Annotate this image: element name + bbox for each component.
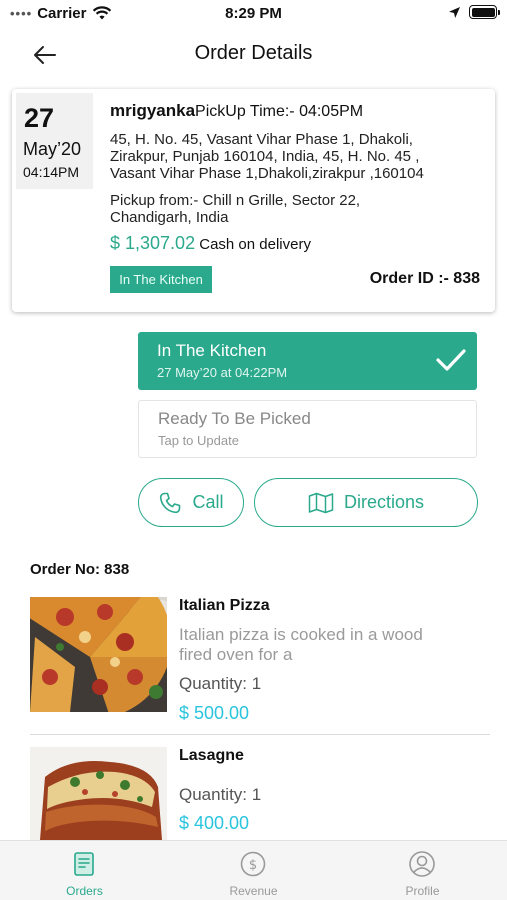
- directions-label: Directions: [343, 492, 425, 512]
- map-icon: [308, 492, 334, 513]
- item-price: $ 400.00: [179, 813, 250, 833]
- step-subtitle: Tap to Update: [158, 433, 239, 448]
- phone-icon: [160, 492, 181, 513]
- customer-name: mrigyanka: [110, 101, 196, 120]
- checkmark-icon: [436, 349, 466, 371]
- status-step-next[interactable]: Ready To Be Picked Tap to Update: [138, 400, 477, 458]
- step-subtitle: 27 May’20 at 04:22PM: [157, 365, 288, 380]
- status-icons: [448, 5, 500, 19]
- customer-line: mrigyankaPickUp Time:- 04:05PM: [110, 101, 363, 121]
- page-title: Order Details: [194, 42, 313, 64]
- address-line: Vasant Vihar Phase 1,Dhakoli,zirakpur ,1…: [110, 165, 424, 182]
- order-date-month: May’20: [23, 139, 82, 159]
- tab-label: Revenue: [229, 884, 278, 898]
- bottom-tab-bar: Orders $ Revenue Profile: [0, 840, 507, 900]
- profile-icon: [409, 851, 435, 877]
- tab-label: Profile: [405, 884, 440, 898]
- payment-method: Cash on delivery: [199, 236, 311, 253]
- orders-icon: [74, 852, 94, 876]
- call-button[interactable]: Call: [138, 478, 244, 527]
- item-price: $ 500.00: [179, 703, 250, 723]
- svg-text:$: $: [249, 858, 257, 873]
- tab-revenue[interactable]: $ Revenue: [169, 841, 338, 900]
- pickup-time: PickUp Time:- 04:05PM: [195, 103, 364, 120]
- status-bar: •••• Carrier 8:29 PM: [0, 0, 507, 28]
- order-date-box: 27 May’20 04:14PM: [16, 93, 93, 189]
- item-description: Italian pizza is cooked in a wood fired …: [179, 625, 479, 665]
- order-summary-card: 27 May’20 04:14PM mrigyankaPickUp Time:-…: [12, 89, 495, 312]
- order-id: Order ID :- 838: [369, 270, 480, 287]
- clock: 8:29 PM: [225, 5, 282, 22]
- tab-profile[interactable]: Profile: [338, 841, 507, 900]
- item-quantity: Quantity: 1: [179, 785, 262, 804]
- item-name: Italian Pizza: [179, 597, 270, 614]
- item-divider: [30, 734, 490, 735]
- lasagne-image: [30, 747, 167, 840]
- status-step-current[interactable]: In The Kitchen 27 May’20 at 04:22PM: [138, 332, 477, 390]
- call-label: Call: [192, 492, 224, 512]
- location-arrow-icon: [449, 6, 460, 18]
- payment-line: $ 1,307.02 Cash on delivery: [110, 233, 311, 254]
- pickup-location: Pickup from:- Chill n Grille, Sector 22,…: [110, 192, 485, 226]
- tab-label: Orders: [66, 884, 103, 898]
- item-quantity: Quantity: 1: [179, 674, 262, 693]
- order-date-time: 04:14PM: [23, 164, 80, 180]
- order-date-day: 27: [24, 103, 55, 133]
- step-title: Ready To Be Picked: [158, 409, 311, 428]
- directions-button[interactable]: Directions: [254, 478, 478, 527]
- status-badge: In The Kitchen: [110, 266, 212, 293]
- order-item: Italian Pizza Italian pizza is cooked in…: [30, 597, 490, 727]
- pickup-line: Pickup from:- Chill n Grille, Sector 22,: [110, 192, 361, 209]
- order-total: $ 1,307.02: [110, 233, 196, 253]
- battery-icon: [469, 5, 500, 19]
- tab-orders[interactable]: Orders: [0, 841, 169, 900]
- item-description-line: fired oven for a: [179, 645, 293, 664]
- order-item: Lasagne Quantity: 1 $ 400.00: [30, 747, 490, 840]
- delivery-address: 45, H. No. 45, Vasant Vihar Phase 1, Dha…: [110, 131, 485, 182]
- pizza-image: [30, 597, 167, 712]
- navigation-bar: Order Details: [0, 34, 507, 74]
- pickup-line: Chandigarh, India: [110, 209, 229, 226]
- order-number-heading: Order No: 838: [30, 561, 130, 578]
- step-title: In The Kitchen: [157, 341, 267, 360]
- item-name: Lasagne: [179, 747, 244, 764]
- revenue-icon: $: [240, 851, 266, 877]
- address-line: Zirakpur, Punjab 160104, India, 45, H. N…: [110, 148, 420, 165]
- item-description-line: Italian pizza is cooked in a wood: [179, 625, 423, 644]
- address-line: 45, H. No. 45, Vasant Vihar Phase 1, Dha…: [110, 131, 413, 148]
